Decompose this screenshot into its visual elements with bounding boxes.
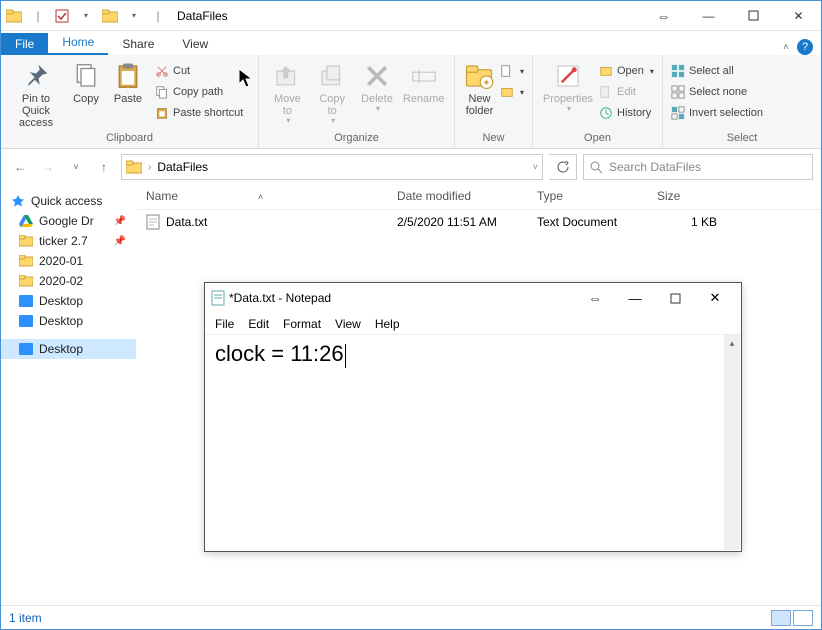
notepad-textarea[interactable]: clock = 11:26 (205, 335, 741, 374)
forward-button[interactable]: → (37, 156, 59, 178)
star-icon (11, 194, 25, 208)
delete-button[interactable]: Delete▾ (355, 59, 400, 114)
qat-dropdown-icon[interactable]: ▾ (125, 7, 143, 25)
group-label-organize: Organize (265, 132, 448, 146)
new-item-button[interactable]: ▾ (498, 61, 526, 81)
status-item-count: 1 item (9, 611, 42, 625)
sidebar-item[interactable]: 2020-01 (1, 251, 136, 271)
view-large-button[interactable] (793, 610, 813, 626)
sidebar-item[interactable]: Google Dr📌 (1, 211, 136, 231)
notepad-close-button[interactable]: ✕ (695, 284, 735, 312)
desktop-icon (19, 343, 33, 355)
address-bar[interactable]: › DataFiles ˅ (121, 154, 543, 180)
pin-quick-access-button[interactable]: Pin to Quick access (7, 59, 65, 129)
sidebar-item-desktop-selected[interactable]: Desktop (1, 339, 136, 359)
open-button[interactable]: Open▾ (597, 61, 656, 81)
group-label-open: Open (539, 132, 656, 146)
back-button[interactable]: ← (9, 156, 31, 178)
pin-icon: 📌 (114, 236, 126, 247)
notepad-menu-view[interactable]: View (335, 317, 361, 331)
search-icon (590, 161, 603, 174)
view-details-button[interactable] (771, 610, 791, 626)
window-title: DataFiles (177, 9, 228, 23)
notepad-menu-format[interactable]: Format (283, 317, 321, 331)
qat-checkbox-icon[interactable] (53, 7, 71, 25)
copy-to-button[interactable]: Copy to▾ (310, 59, 355, 126)
paste-button[interactable]: Paste (107, 59, 149, 105)
navbar: ← → ˅ ↑ › DataFiles ˅ Search DataFiles (1, 149, 821, 185)
collapse-ribbon-icon[interactable]: ˄ (783, 42, 789, 53)
group-label-select: Select (669, 132, 815, 146)
column-headers[interactable]: Name˄ Date modified Type Size (136, 185, 821, 210)
notepad-menu-file[interactable]: File (215, 317, 234, 331)
notepad-titlebar[interactable]: *Data.txt - Notepad ⇔ — ✕ (205, 283, 741, 313)
qat-separator: | (29, 7, 47, 25)
move-to-button[interactable]: Move to▾ (265, 59, 310, 126)
sidebar-item[interactable]: Desktop (1, 291, 136, 311)
tab-home[interactable]: Home (48, 31, 108, 55)
ribbon-tabs: File Home Share View ˄ ? (1, 31, 821, 55)
text-file-icon (146, 214, 160, 230)
paste-shortcut-button[interactable]: Paste shortcut (153, 103, 245, 123)
close-button[interactable]: ✕ (776, 2, 821, 30)
notepad-window: *Data.txt - Notepad ⇔ — ✕ File Edit Form… (204, 282, 742, 552)
pin-icon: 📌 (114, 216, 126, 227)
notepad-menu: File Edit Format View Help (205, 313, 741, 335)
history-button[interactable]: History (597, 103, 656, 123)
search-input[interactable]: Search DataFiles (583, 154, 813, 180)
folder-icon (126, 160, 142, 174)
refresh-button[interactable] (549, 154, 577, 180)
qat-separator: | (149, 7, 167, 25)
sidebar-item[interactable]: 2020-02 (1, 271, 136, 291)
notepad-menu-edit[interactable]: Edit (248, 317, 269, 331)
invert-selection-button[interactable]: Invert selection (669, 103, 765, 123)
tab-share[interactable]: Share (108, 33, 168, 55)
unknown-glyph-icon[interactable]: ⇔ (575, 284, 615, 312)
ribbon: Pin to Quick access Copy Paste Cut Copy … (1, 55, 821, 149)
edit-button[interactable]: Edit (597, 82, 656, 102)
sidebar-item[interactable]: ticker 2.7📌 (1, 231, 136, 251)
recent-dropdown[interactable]: ˅ (65, 156, 87, 178)
qat-dropdown-icon[interactable]: ▾ (77, 7, 95, 25)
cut-button[interactable]: Cut (153, 61, 245, 81)
rename-button[interactable]: Rename (399, 59, 448, 105)
folder-icon (101, 7, 119, 25)
sidebar-item[interactable]: Desktop (1, 311, 136, 331)
svg-text:✦: ✦ (483, 78, 491, 89)
status-bar: 1 item (1, 605, 821, 629)
titlebar: | ▾ ▾ | DataFiles ⇔ — ✕ (1, 1, 821, 31)
copy-path-button[interactable]: Copy path (153, 82, 245, 102)
notepad-maximize-button[interactable] (655, 284, 695, 312)
notepad-minimize-button[interactable]: — (615, 284, 655, 312)
notepad-scrollbar[interactable]: ▴ (724, 335, 740, 550)
easy-access-button[interactable]: ▾ (498, 82, 526, 102)
select-none-button[interactable]: Select none (669, 82, 765, 102)
sidebar: Quick access Google Dr📌ticker 2.7📌2020-0… (1, 185, 136, 605)
help-icon[interactable]: ? (797, 39, 813, 55)
folder-icon (5, 7, 23, 25)
up-button[interactable]: ↑ (93, 156, 115, 178)
minimize-button[interactable]: — (686, 2, 731, 30)
tab-view[interactable]: View (168, 33, 222, 55)
maximize-button[interactable] (731, 2, 776, 30)
new-folder-button[interactable]: ✦ New folder (461, 59, 498, 117)
file-row[interactable]: Data.txt 2/5/2020 11:51 AM Text Document… (136, 210, 821, 234)
unknown-glyph-icon[interactable]: ⇔ (641, 2, 686, 30)
text-cursor (345, 344, 346, 368)
breadcrumb[interactable]: DataFiles (157, 160, 208, 174)
notepad-icon (211, 290, 225, 306)
properties-button[interactable]: Properties▾ (539, 59, 597, 114)
address-dropdown-icon[interactable]: ˅ (533, 162, 538, 172)
sidebar-quick-access[interactable]: Quick access (1, 191, 136, 211)
sort-indicator-icon: ˄ (258, 192, 263, 202)
copy-button[interactable]: Copy (65, 59, 107, 105)
tab-file[interactable]: File (1, 33, 48, 55)
select-all-button[interactable]: Select all (669, 61, 765, 81)
notepad-menu-help[interactable]: Help (375, 317, 400, 331)
group-label-new: New (461, 132, 526, 146)
notepad-title: *Data.txt - Notepad (229, 291, 331, 305)
group-label-clipboard: Clipboard (7, 132, 252, 146)
